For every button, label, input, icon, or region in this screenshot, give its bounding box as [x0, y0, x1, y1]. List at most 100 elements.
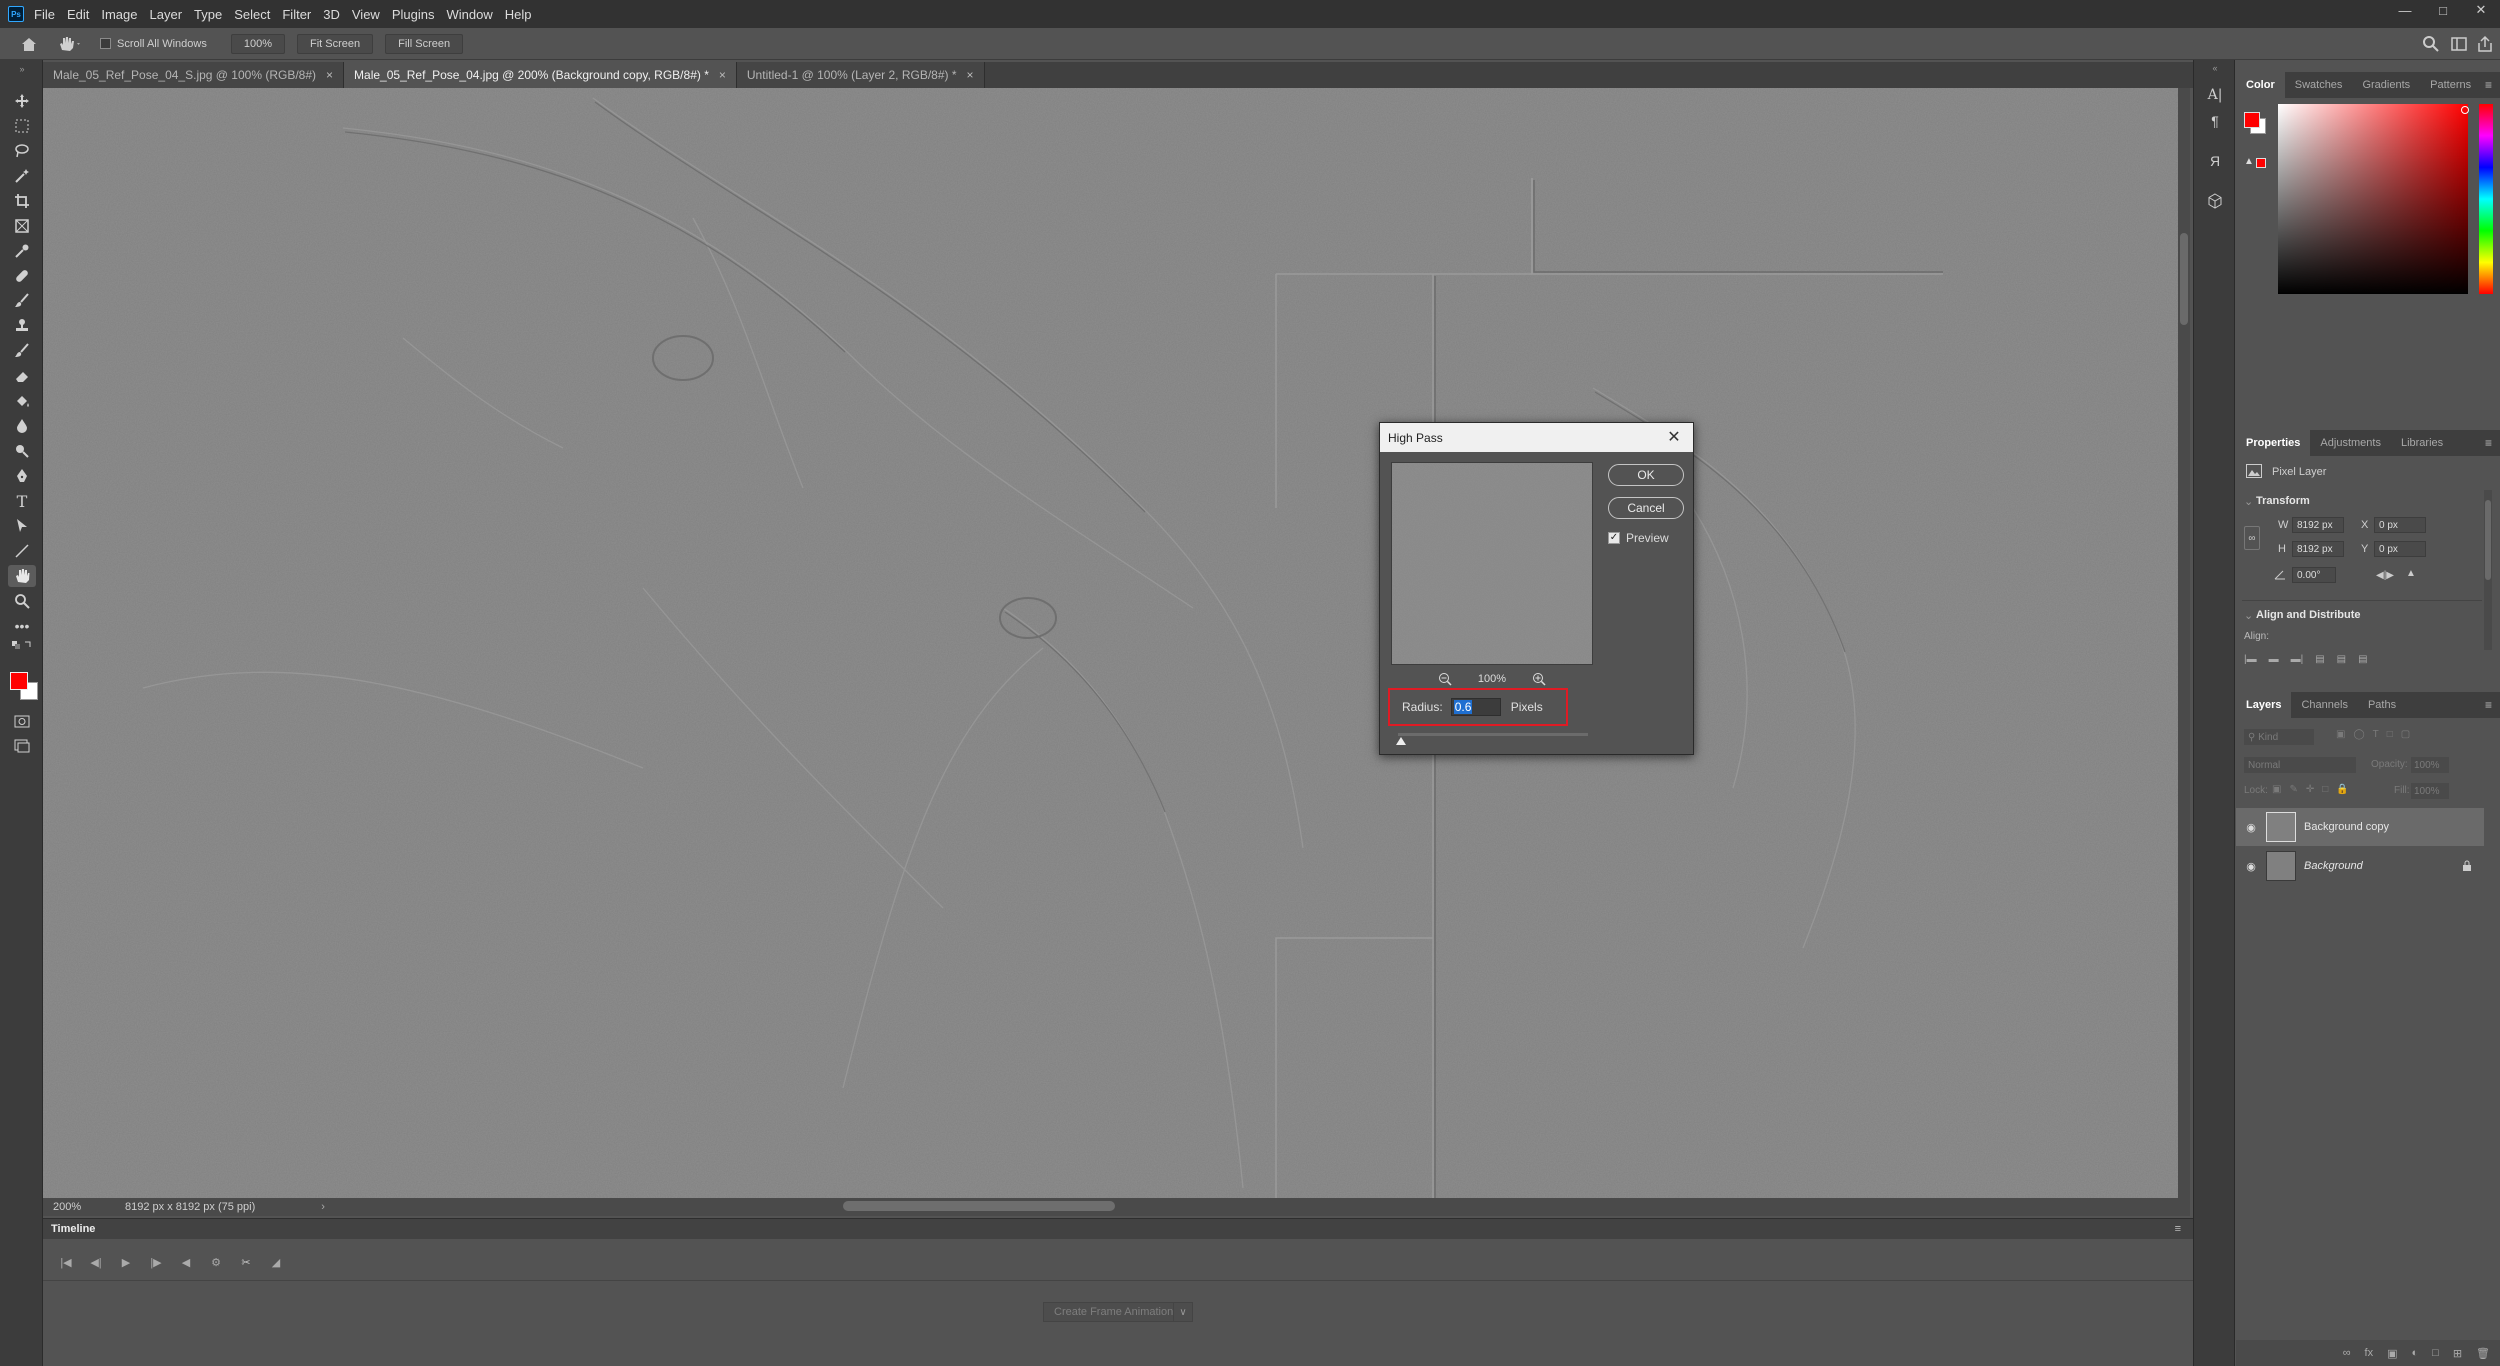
panel-menu-icon[interactable]: ≡ [2485, 78, 2492, 92]
history-brush-tool-icon[interactable] [8, 340, 36, 362]
properties-scroll-thumb[interactable] [2485, 500, 2491, 580]
tab-color[interactable]: Color [2236, 72, 2285, 98]
tab-adjustments[interactable]: Adjustments [2310, 430, 2391, 456]
layer-filter-icons[interactable]: ▣◯T□▢ [2336, 729, 2418, 740]
gamut-color-swatch[interactable] [2256, 158, 2266, 168]
eraser-tool-icon[interactable] [8, 365, 36, 387]
menu-edit[interactable]: Edit [67, 7, 89, 22]
tab-properties[interactable]: Properties [2236, 430, 2311, 456]
document-canvas[interactable] [43, 88, 2178, 1198]
color-foreground-swatch[interactable] [2244, 112, 2260, 128]
layer-row-background-copy[interactable]: ◉ Background copy [2236, 808, 2484, 846]
panel-menu-icon[interactable]: ≡ [2485, 436, 2492, 450]
menu-type[interactable]: Type [194, 7, 222, 22]
move-tool-icon[interactable] [8, 90, 36, 112]
add-mask-icon[interactable]: ▣ [2387, 1347, 2397, 1360]
scroll-all-windows-checkbox[interactable] [100, 38, 111, 49]
visibility-eye-icon[interactable]: ◉ [2242, 821, 2260, 834]
collapse-toolbar-icon[interactable]: » [8, 64, 36, 74]
close-icon[interactable]: ✕ [1665, 428, 1683, 446]
3d-panel-icon[interactable] [2202, 188, 2228, 214]
menu-plugins[interactable]: Plugins [392, 7, 435, 22]
close-icon[interactable]: ✕ [2462, 0, 2500, 20]
visibility-eye-icon[interactable]: ◉ [2242, 860, 2260, 873]
menu-window[interactable]: Window [446, 7, 492, 22]
radius-slider-thumb[interactable] [1396, 737, 1406, 745]
zoom-100-button[interactable]: 100% [230, 33, 285, 54]
minimize-icon[interactable]: — [2386, 0, 2424, 20]
x-field[interactable]: 0 px [2374, 517, 2426, 533]
delete-layer-icon[interactable]: 🗑 [2476, 1347, 2490, 1360]
align-middle-icon[interactable]: ▤ [2337, 654, 2346, 665]
character-panel-icon[interactable]: A| [2202, 82, 2228, 108]
align-left-icon[interactable]: |▬ [2244, 654, 2257, 665]
screen-mode-icon[interactable] [8, 735, 36, 757]
menu-view[interactable]: View [352, 7, 380, 22]
healing-brush-tool-icon[interactable] [8, 265, 36, 287]
document-info[interactable]: 8192 px x 8192 px (75 ppi) [125, 1201, 255, 1213]
path-selection-tool-icon[interactable] [8, 515, 36, 537]
layer-row-background[interactable]: ◉ Background [2236, 847, 2484, 885]
collapse-panels-icon[interactable]: « [2202, 62, 2228, 74]
workspace-icon[interactable] [2450, 35, 2468, 53]
blend-mode-select[interactable]: Normal [2244, 757, 2356, 773]
quick-mask-icon[interactable] [8, 710, 36, 732]
cancel-button[interactable]: Cancel [1608, 497, 1684, 519]
create-frame-animation-button[interactable]: Create Frame Animation [1043, 1302, 1185, 1322]
next-frame-icon[interactable]: |▶ [141, 1251, 171, 1275]
radius-slider[interactable] [1398, 733, 1588, 736]
pen-tool-icon[interactable] [8, 465, 36, 487]
hand-tool-preset-icon[interactable] [58, 36, 84, 52]
type-tool-icon[interactable]: T [8, 490, 36, 512]
ok-button[interactable]: OK [1608, 464, 1684, 486]
eyedropper-tool-icon[interactable] [8, 240, 36, 262]
chevron-down-icon[interactable]: ⌄ [2244, 609, 2253, 622]
play-icon[interactable]: ▶ [111, 1251, 141, 1275]
chevron-down-icon[interactable]: ⌄ [2244, 495, 2253, 508]
hand-tool-icon[interactable] [8, 565, 36, 587]
color-picker-field[interactable] [2278, 104, 2468, 294]
chevron-down-icon[interactable]: ∨ [1173, 1302, 1193, 1322]
object-selection-tool-icon[interactable] [8, 165, 36, 187]
angle-field[interactable]: 0.00° [2292, 567, 2336, 583]
preview-checkbox[interactable]: ✓ [1608, 532, 1620, 544]
foreground-color-front[interactable] [10, 672, 28, 690]
flip-vertical-icon[interactable]: ▲ [2406, 568, 2416, 579]
swap-colors-icon[interactable] [8, 638, 36, 652]
settings-icon[interactable]: ⚙ [201, 1251, 231, 1275]
zoom-in-icon[interactable] [1532, 672, 1546, 686]
transition-icon[interactable]: ◢ [261, 1251, 291, 1275]
align-center-icon[interactable]: ▬ [2269, 654, 2279, 665]
search-icon[interactable] [2422, 35, 2440, 53]
home-icon[interactable] [20, 36, 40, 52]
adjustment-layer-icon[interactable]: ◐ [2412, 1347, 2419, 1359]
tab-swatches[interactable]: Swatches [2285, 72, 2353, 98]
lock-icon[interactable] [2462, 860, 2472, 872]
split-icon[interactable]: ✂ [231, 1251, 261, 1275]
tab-libraries[interactable]: Libraries [2391, 430, 2453, 456]
frame-tool-icon[interactable] [8, 215, 36, 237]
gamut-warning-icon[interactable]: ▲ [2244, 156, 2254, 167]
zoom-level[interactable]: 200% [53, 1201, 113, 1213]
fill-screen-button[interactable]: Fill Screen [385, 33, 464, 54]
line-tool-icon[interactable] [8, 540, 36, 562]
lasso-tool-icon[interactable] [8, 140, 36, 162]
share-icon[interactable] [2476, 35, 2494, 53]
document-tab-3[interactable]: Untitled-1 @ 100% (Layer 2, RGB/8#) * × [736, 62, 985, 88]
tab-paths[interactable]: Paths [2358, 692, 2406, 718]
dodge-tool-icon[interactable] [8, 440, 36, 462]
new-group-icon[interactable]: □ [2432, 1347, 2439, 1359]
maximize-icon[interactable]: □ [2424, 0, 2462, 20]
filter-preview[interactable] [1391, 462, 1593, 665]
tab-gradients[interactable]: Gradients [2352, 72, 2420, 98]
timeline-menu-icon[interactable]: ≡ [2175, 1223, 2181, 1235]
tab-layers[interactable]: Layers [2236, 692, 2292, 718]
more-tools-icon[interactable]: ••• [8, 615, 36, 637]
paragraph-panel-icon[interactable]: ¶ [2202, 108, 2228, 134]
fit-screen-button[interactable]: Fit Screen [297, 33, 374, 54]
radius-input[interactable]: 0.6 [1450, 698, 1501, 716]
horizontal-scroll-thumb[interactable] [843, 1201, 1115, 1211]
menu-3d[interactable]: 3D [323, 7, 340, 22]
hue-slider[interactable] [2479, 104, 2493, 294]
layer-filter-kind[interactable]: ⚲ Kind [2244, 729, 2314, 745]
